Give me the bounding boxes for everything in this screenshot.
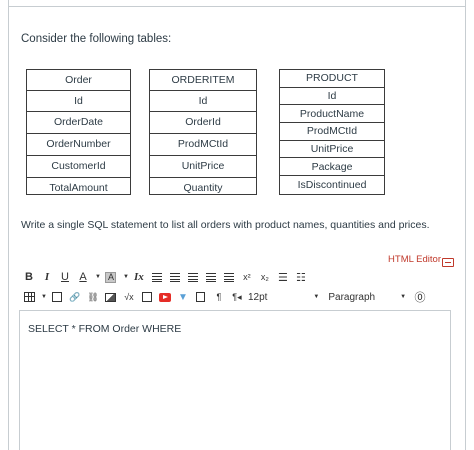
link-button[interactable]: 🔗 [68, 289, 82, 305]
image-icon [105, 292, 117, 302]
product-table-cell: UnitPrice [280, 141, 384, 159]
product-table-cell: ProductName [280, 105, 384, 124]
block-format-select[interactable]: Paragraph [328, 292, 375, 303]
product-table: PRODUCT Id ProductName ProdMCtId UnitPri… [279, 69, 385, 195]
indent-icon [205, 272, 216, 282]
orderitem-table-header: ORDERITEM [150, 70, 256, 91]
editor-toolbar-row-1: B I U A ▼ A ▼ Ix x² x₂ ☰ ☷ [22, 268, 312, 286]
orderitem-table-cell: Quantity [183, 181, 223, 194]
youtube-icon [158, 292, 171, 302]
media-icon [141, 292, 152, 302]
chevron-down-icon[interactable]: ▼ [123, 274, 129, 280]
document-button[interactable] [194, 289, 208, 305]
product-table-cell: ProdMCtId [280, 123, 384, 141]
editor-content[interactable]: SELECT * FROM Order WHERE [28, 323, 181, 335]
order-table: Order Id OrderDate OrderNumber CustomerI… [26, 69, 131, 195]
outdent-icon [223, 272, 234, 282]
orderitem-table-cell: Id [150, 91, 256, 112]
indent-button[interactable] [204, 269, 218, 285]
product-table-cell: Id [280, 88, 384, 106]
rich-text-editor[interactable]: SELECT * FROM Order WHERE [19, 310, 451, 450]
chevron-down-icon[interactable]: ▼ [41, 294, 47, 300]
font-color-button[interactable]: A [76, 269, 90, 285]
equation-button[interactable]: √x [122, 289, 136, 305]
editor-toolbar-row-2: ▼ 🔗 ⛓ √x ▼ ¶ ¶◂ 12pt ▼ Paragraph ▼ ⓪ [22, 288, 431, 306]
unlink-button[interactable]: ⛓ [86, 289, 100, 305]
youtube-button[interactable] [158, 289, 172, 305]
orderitem-table: ORDERITEM Id OrderId ProdMCtId UnitPrice… [149, 69, 257, 195]
frame-top-border [8, 6, 466, 7]
keyboard-icon [442, 258, 454, 267]
italic-button[interactable]: I [40, 269, 54, 285]
image-button[interactable] [104, 289, 118, 305]
shape-button[interactable]: ▼ [176, 289, 190, 305]
orderitem-table-cell: OrderId [150, 112, 256, 134]
embed-icon [51, 292, 62, 302]
html-editor-link[interactable]: HTML Editor [388, 254, 454, 267]
embed-button[interactable] [50, 289, 64, 305]
align-left-icon [151, 272, 162, 282]
product-table-cell: Package [280, 158, 384, 177]
accessibility-icon[interactable]: ⓪ [413, 289, 427, 305]
table-icon [23, 292, 35, 302]
intro-text: Consider the following tables: [21, 33, 172, 45]
orderitem-table-cell: UnitPrice [150, 156, 256, 178]
chevron-down-icon[interactable]: ▼ [95, 274, 101, 280]
numbered-list-button[interactable]: ☷ [294, 269, 308, 285]
html-editor-label: HTML Editor [388, 254, 441, 265]
underline-button[interactable]: U [58, 269, 72, 285]
highlight-icon: A [105, 271, 117, 283]
highlight-button[interactable]: A [104, 269, 118, 285]
rtl-button[interactable]: ¶◂ [230, 289, 244, 305]
align-left-button[interactable] [150, 269, 164, 285]
align-center-button[interactable] [168, 269, 182, 285]
document-icon [196, 292, 206, 302]
align-right-button[interactable] [186, 269, 200, 285]
subscript-button[interactable]: x₂ [258, 269, 272, 285]
order-table-cell: OrderNumber [27, 134, 130, 156]
font-size-select[interactable]: 12pt [248, 292, 267, 303]
order-table-header: Order [27, 70, 130, 91]
order-table-cell: CustomerId [27, 156, 130, 178]
bullet-list-button[interactable]: ☰ [276, 269, 290, 285]
align-center-icon [169, 272, 180, 282]
order-table-cell: OrderDate [27, 112, 130, 134]
clear-format-button[interactable]: Ix [132, 269, 146, 285]
order-table-cell: TotalAmount [49, 181, 108, 194]
align-right-icon [187, 272, 198, 282]
orderitem-table-cell: ProdMCtId [150, 134, 256, 156]
superscript-button[interactable]: x² [240, 269, 254, 285]
table-button[interactable] [22, 289, 36, 305]
bold-button[interactable]: B [22, 269, 36, 285]
chevron-down-icon[interactable]: ▼ [400, 294, 406, 300]
product-table-header: PRODUCT [280, 70, 384, 88]
order-table-cell: Id [27, 91, 130, 112]
ltr-button[interactable]: ¶ [212, 289, 226, 305]
outdent-button[interactable] [222, 269, 236, 285]
media-button[interactable] [140, 289, 154, 305]
product-table-cell: IsDiscontinued [297, 178, 367, 191]
chevron-down-icon[interactable]: ▼ [313, 294, 319, 300]
question-text: Write a single SQL statement to list all… [21, 219, 430, 231]
